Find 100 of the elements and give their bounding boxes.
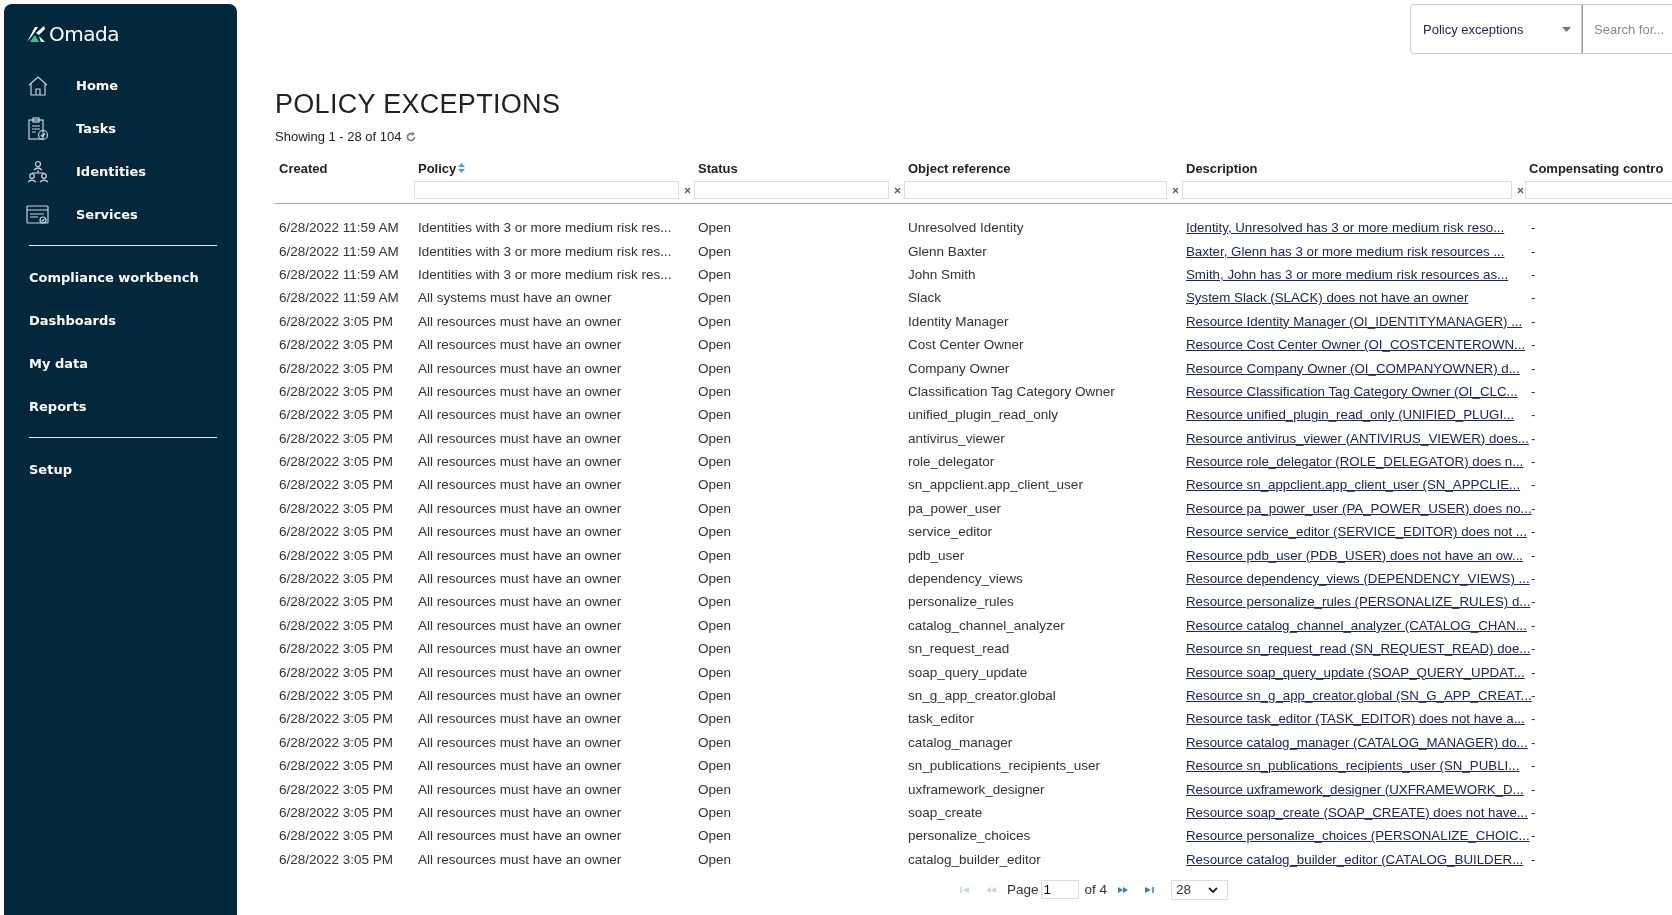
description-link[interactable]: Resource catalog_builder_editor (CATALOG_BUILDER... [1186,851,1524,867]
table-cell-text: Classification Tag Category Owner [907,383,1116,399]
table-cell-text: soap_create [907,804,984,820]
nav-item[interactable]: Reports [26,385,87,428]
description-link[interactable]: Resource personalize_rules (PERSONALIZE_RULES) d... [1186,594,1531,610]
refresh-icon[interactable] [406,131,417,142]
logo-icon [26,25,46,43]
column-header: Status [698,160,738,176]
table-cell-text: John Smith [907,266,977,282]
description-link[interactable]: Resource Classification Tag Category Owner (OI_CLC... [1186,383,1518,399]
description-link[interactable]: Resource catalog_channel_analyzer (CATALOG_CHAN... [1186,617,1527,633]
filter-field[interactable] [694,181,889,199]
table-cell-text: sn_g_app_creator.global [907,688,1057,703]
table-cell-text: - [1530,804,1537,820]
table-cell-text: All resources must have an owner [417,454,623,470]
table-cell-text: Identities with 3 or more medium risk res... [417,243,673,259]
table-cell-text: - [1530,337,1537,353]
description-link[interactable]: Resource Company Owner (OI_COMPANYOWNER) d... [1186,360,1520,376]
description-link[interactable]: Resource pdb_user (PDB_USER) does not have an ow... [1186,547,1524,563]
table-cell-text: Open [697,383,733,399]
description-link[interactable]: Resource sn_publications_recipients_user (SN_PUBLI... [1186,758,1520,774]
description-link[interactable]: Resource service_editor (SERVICE_EDITOR) does not ... [1186,524,1527,540]
table-cell-text: Open [697,594,733,610]
description-link[interactable]: System Slack (SLACK) does not have an owner [1186,290,1469,306]
scope-dropdown[interactable]: Policy exceptions [1410,4,1582,54]
table-cell-text: Open [697,266,733,282]
table-cell-text: - [1530,477,1537,493]
table-cell-text: - [1530,664,1537,680]
description-link[interactable]: Resource pa_power_user (PA_POWER_USER) does no... [1186,500,1532,516]
next-page-icon[interactable] [1118,885,1129,894]
table-cell-text: sn_appclient.app_client_user [907,477,1084,493]
filter-field[interactable] [1525,181,1672,199]
page-title: POLICY EXCEPTIONS [275,89,561,120]
description-link[interactable]: Resource antivirus_viewer (ANTIVIRUS_VIEWER) does... [1186,430,1529,446]
column-header: Object reference [908,160,1011,176]
table-cell-text: All resources must have an owner [417,688,623,703]
description-link[interactable]: Resource catalog_manager (CATALOG_MANAGER) do... [1186,734,1528,750]
table-cell-text: All resources must have an owner [417,734,623,750]
table-cell-text: All resources must have an owner [417,337,623,353]
filter-field[interactable] [1182,181,1512,199]
filter-field[interactable] [904,181,1167,199]
nav-item[interactable]: Identities [26,150,237,193]
description-link[interactable]: Resource soap_create (SOAP_CREATE) does not have... [1186,804,1528,820]
dropdown-arrow-icon [1562,26,1571,32]
table-cell-text: - [1530,781,1537,797]
table-cell-text: - [1530,407,1537,423]
table-cell-text: - [1530,454,1537,470]
description-link[interactable]: Resource Identity Manager (OI_IDENTITYMANAGER) ... [1186,313,1523,329]
description-link[interactable]: Resource dependency_views (DEPENDENCY_VIEWS) ... [1186,571,1530,587]
table-cell-text: Open [697,313,733,329]
description-link[interactable]: Smith, John has 3 or more medium risk resources as... [1186,266,1509,282]
page-number-field[interactable]: 1 [1040,880,1079,900]
description-link[interactable]: Resource unified_plugin_read_only (UNIFIED_PLUGI... [1186,407,1515,423]
nav-item[interactable]: My data [26,342,88,385]
table-cell-text: All resources must have an owner [417,524,623,540]
nav-item[interactable]: Tasks [26,107,237,150]
table-cell-text: 6/28/2022 3:05 PM [278,641,395,657]
table-cell-text: Glenn Baxter [907,243,988,259]
last-page-icon[interactable] [1144,885,1155,894]
description-link[interactable]: Identity, Unresolved has 3 or more medium risk reso... [1186,220,1505,236]
filter-field[interactable] [414,181,679,199]
description-link[interactable]: Resource personalize_choices (PERSONALIZE_CHOIC... [1186,828,1530,844]
table-cell-text: All resources must have an owner [417,851,623,867]
table-cell-text: Open [697,641,733,657]
table-cell-text: All resources must have an owner [417,828,623,844]
table-cell-text: catalog_channel_analyzer [907,617,1066,633]
table-cell-text: uxframework_designer [907,781,1046,797]
clear-filter-icon[interactable] [1517,186,1524,194]
nav-item[interactable]: Setup [26,448,72,491]
description-link[interactable]: Resource sn_g_app_creator.global (SN_G_APP_CREAT... [1186,688,1532,703]
description-link[interactable]: Resource role_delegator (ROLE_DELEGATOR) does n... [1186,454,1524,470]
clear-filter-icon[interactable] [1172,186,1179,194]
table-cell-text: Open [697,243,733,259]
table-cell-text: Open [697,828,733,844]
nav-item[interactable]: Home [26,64,237,107]
nav-item[interactable]: Compliance workbench [26,256,199,299]
table-cell-text: - [1530,828,1537,844]
description-link[interactable]: Resource soap_query_update (SOAP_QUERY_UPDAT... [1186,664,1525,680]
description-link[interactable]: Resource sn_request_read (SN_REQUEST_READ) doe... [1186,641,1531,657]
description-link[interactable]: Resource task_editor (TASK_EDITOR) does not have a... [1186,711,1525,727]
table-cell-text: All resources must have an owner [417,711,623,727]
table-cell-text: catalog_manager [907,734,1014,750]
search-field[interactable]: Search for... [1582,4,1672,54]
table-cell-text: - [1530,430,1537,446]
nav-item[interactable]: Services [26,193,237,236]
table-cell-text: 6/28/2022 3:05 PM [278,828,395,844]
description-link[interactable]: Resource sn_appclient.app_client_user (SN_APPCLIE... [1186,477,1521,493]
page-size-dropdown[interactable]: 28 [1171,879,1229,900]
description-link[interactable]: Resource uxframework_designer (UXFRAMEWORK_D... [1186,781,1524,797]
description-link[interactable]: Baxter, Glenn has 3 or more medium risk resources ... [1186,243,1505,259]
table-cell-text: Open [697,500,733,516]
sort-icon[interactable] [458,163,466,173]
table-cell-text: Slack [907,290,942,306]
column-header[interactable]: Policy [418,160,457,176]
table-cell-text: 6/28/2022 11:59 AM [278,220,400,236]
clear-filter-icon[interactable] [894,186,901,194]
table-cell-text: Open [697,477,733,493]
description-link[interactable]: Resource Cost Center Owner (OI_COSTCENTEROWN... [1186,337,1526,353]
nav-item[interactable]: Dashboards [26,299,117,342]
clear-filter-icon[interactable] [684,186,691,194]
